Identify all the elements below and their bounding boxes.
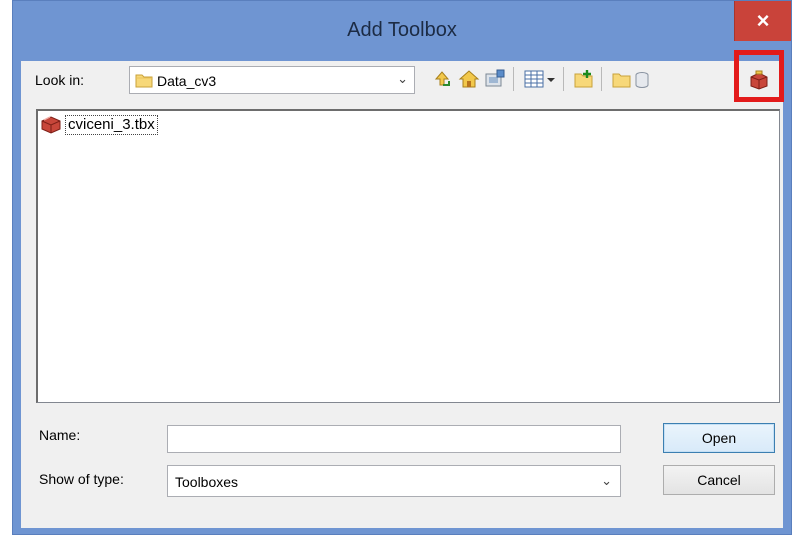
toolbar-separator	[601, 67, 602, 91]
up-one-level-icon[interactable]	[432, 68, 454, 90]
show-of-type-dropdown[interactable]: Toolboxes ⌄	[167, 465, 621, 497]
name-label: Name:	[39, 427, 81, 443]
new-folder-icon[interactable]	[573, 68, 595, 90]
show-of-type-label: Show of type:	[39, 471, 124, 487]
connect-folder-icon[interactable]	[484, 68, 506, 90]
list-item[interactable]: cviceni_3.tbx	[40, 114, 158, 136]
name-input[interactable]	[167, 425, 621, 453]
file-name: cviceni_3.tbx	[65, 115, 158, 135]
look-in-label: Look in:	[35, 72, 85, 88]
open-button[interactable]: Open	[663, 423, 775, 453]
look-in-dropdown[interactable]: Data_cv3 ⌄	[129, 66, 415, 94]
highlight-box	[734, 50, 784, 102]
look-in-value: Data_cv3	[157, 73, 217, 89]
home-icon[interactable]	[458, 68, 480, 90]
cancel-button[interactable]: Cancel	[663, 465, 775, 495]
chevron-down-icon[interactable]: ⌄	[397, 71, 408, 87]
view-dropdown-icon[interactable]	[545, 68, 557, 90]
file-list[interactable]: cviceni_3.tbx	[36, 109, 780, 403]
view-list-icon[interactable]	[523, 68, 545, 90]
folder-icon[interactable]	[611, 68, 633, 90]
dialog-title: Add Toolbox	[347, 19, 457, 41]
close-icon: ×	[756, 8, 770, 33]
close-button[interactable]: ×	[734, 1, 791, 41]
add-toolbox-dialog: Add Toolbox × Look in: Data_cv3 ⌄ cvicen…	[12, 0, 792, 535]
toolbar-separator	[513, 67, 514, 91]
title-bar[interactable]: Add Toolbox ×	[13, 1, 791, 61]
toolbar-separator	[563, 67, 564, 91]
dialog-body: Look in: Data_cv3 ⌄ cviceni_3.tbx Name: …	[21, 50, 784, 528]
database-icon[interactable]	[635, 68, 649, 90]
folder-icon	[135, 72, 153, 91]
chevron-down-icon[interactable]: ⌄	[601, 473, 612, 489]
toolbox-icon	[40, 114, 62, 137]
show-of-type-value: Toolboxes	[175, 474, 239, 490]
